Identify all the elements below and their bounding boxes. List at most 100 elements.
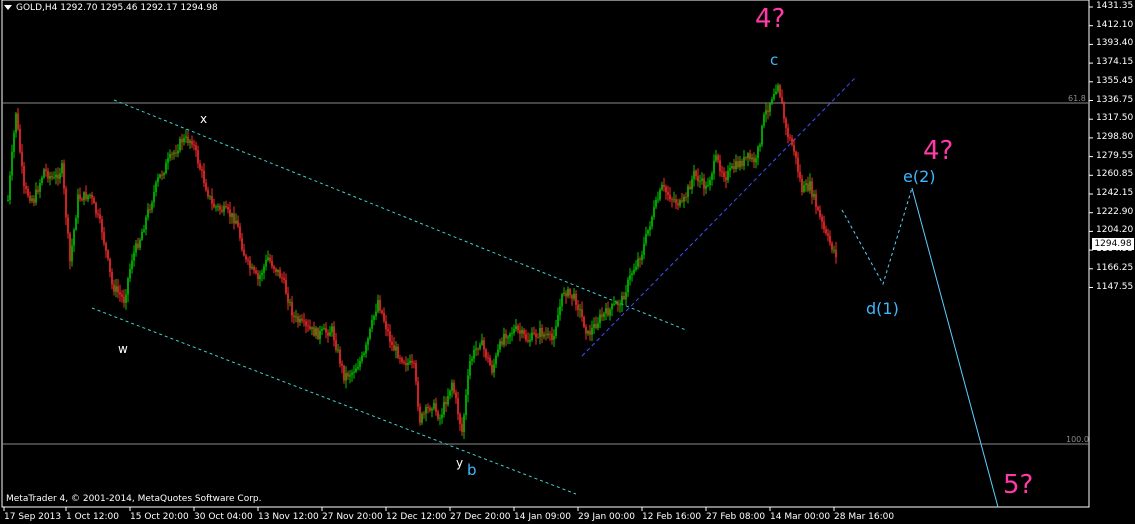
- candle-body: [81, 199, 83, 201]
- candle-body: [489, 357, 491, 365]
- candle-body: [691, 179, 693, 189]
- candle-body: [115, 286, 117, 292]
- candle-body: [565, 292, 567, 297]
- candle-body: [227, 207, 229, 210]
- candle-body: [355, 368, 357, 372]
- candle-body: [833, 249, 835, 251]
- candle-body: [835, 249, 837, 258]
- candle-body: [161, 174, 163, 176]
- candle-body: [403, 361, 405, 363]
- candle-body: [153, 192, 155, 203]
- candle-body: [389, 331, 391, 342]
- candle-body: [87, 195, 89, 200]
- candle-body: [323, 328, 325, 330]
- candle-body: [57, 174, 59, 179]
- candle-body: [273, 266, 275, 269]
- time-axis-label: 12 Dec 12:00: [386, 512, 447, 522]
- candle-body: [211, 196, 213, 204]
- candle-body: [723, 172, 725, 178]
- time-axis-label: 17 Sep 2013: [4, 512, 62, 522]
- chevron-down-icon[interactable]: [4, 5, 12, 10]
- candle-body: [357, 366, 359, 369]
- candle-body: [619, 304, 621, 306]
- chart-symbol-info: GOLD,H4 1292.70 1295.46 1292.17 1294.98: [16, 3, 218, 13]
- candle-body: [701, 178, 703, 181]
- candle-body: [471, 358, 473, 361]
- candle-body: [615, 302, 617, 304]
- candle-body: [663, 184, 665, 187]
- candle-body: [413, 362, 415, 364]
- candle-body: [157, 177, 159, 183]
- candle-body: [317, 328, 319, 339]
- candle-body: [651, 216, 653, 227]
- candle-body: [675, 199, 677, 204]
- candle-body: [563, 292, 565, 295]
- candle-body: [387, 329, 389, 332]
- candle-body: [737, 161, 739, 168]
- candle-body: [225, 206, 227, 207]
- candle-body: [41, 177, 43, 183]
- candle-body: [725, 177, 727, 181]
- candle-body: [13, 133, 15, 152]
- candle-body: [85, 192, 87, 200]
- candle-body: [305, 321, 307, 326]
- candle-body: [121, 294, 123, 297]
- candle-body: [607, 308, 609, 316]
- candle-body: [719, 160, 721, 172]
- candle-body: [475, 348, 477, 350]
- candle-body: [165, 162, 167, 174]
- price-axis-label: 1166.25: [1096, 262, 1134, 273]
- candle-body: [441, 414, 443, 419]
- candle-body: [197, 150, 199, 164]
- candle-body: [175, 152, 177, 154]
- candle-body: [407, 362, 409, 365]
- candle-body: [557, 315, 559, 327]
- candle-body: [555, 326, 557, 336]
- candle-body: [145, 217, 147, 230]
- candle-body: [623, 296, 625, 300]
- candle-body: [747, 153, 749, 159]
- candle-body: [621, 296, 623, 305]
- candle-body: [233, 213, 235, 224]
- candle-body: [703, 178, 705, 189]
- candle-body: [473, 349, 475, 359]
- candle-body: [191, 140, 193, 145]
- candle-body: [29, 195, 31, 201]
- candle-body: [429, 407, 431, 411]
- wave-label-y: y: [456, 456, 464, 470]
- candle-body: [223, 206, 225, 212]
- candle-body: [281, 277, 283, 279]
- time-axis-label: 1 Oct 12:00: [66, 512, 119, 522]
- candle-body: [597, 323, 599, 328]
- candle-body: [659, 189, 661, 200]
- candle-body: [183, 137, 185, 143]
- candle-body: [35, 189, 37, 203]
- candle-body: [513, 329, 515, 334]
- wave-label-4-projected: 4?: [923, 136, 954, 166]
- candle-body: [275, 268, 277, 272]
- candle-body: [423, 413, 425, 415]
- time-axis-label: 27 Feb 08:00: [706, 512, 766, 522]
- candle-body: [45, 169, 47, 172]
- candle-body: [829, 235, 831, 244]
- candle-body: [495, 355, 497, 365]
- price-chart[interactable]: [0, 0, 1135, 524]
- candle-body: [635, 266, 637, 270]
- candle-body: [783, 103, 785, 119]
- candle-body: [463, 415, 465, 433]
- candle-body: [773, 94, 775, 100]
- candle-body: [449, 390, 451, 396]
- candle-body: [67, 217, 69, 234]
- candle-body: [729, 168, 731, 171]
- candle-body: [415, 363, 417, 382]
- candle-body: [831, 243, 833, 250]
- candle-body: [95, 203, 97, 214]
- candle-body: [605, 308, 607, 314]
- candle-body: [199, 163, 201, 170]
- candle-body: [765, 110, 767, 115]
- candle-body: [799, 171, 801, 179]
- candle-body: [631, 273, 633, 276]
- candle-body: [743, 157, 745, 167]
- candle-body: [667, 192, 669, 195]
- candle-body: [241, 238, 243, 250]
